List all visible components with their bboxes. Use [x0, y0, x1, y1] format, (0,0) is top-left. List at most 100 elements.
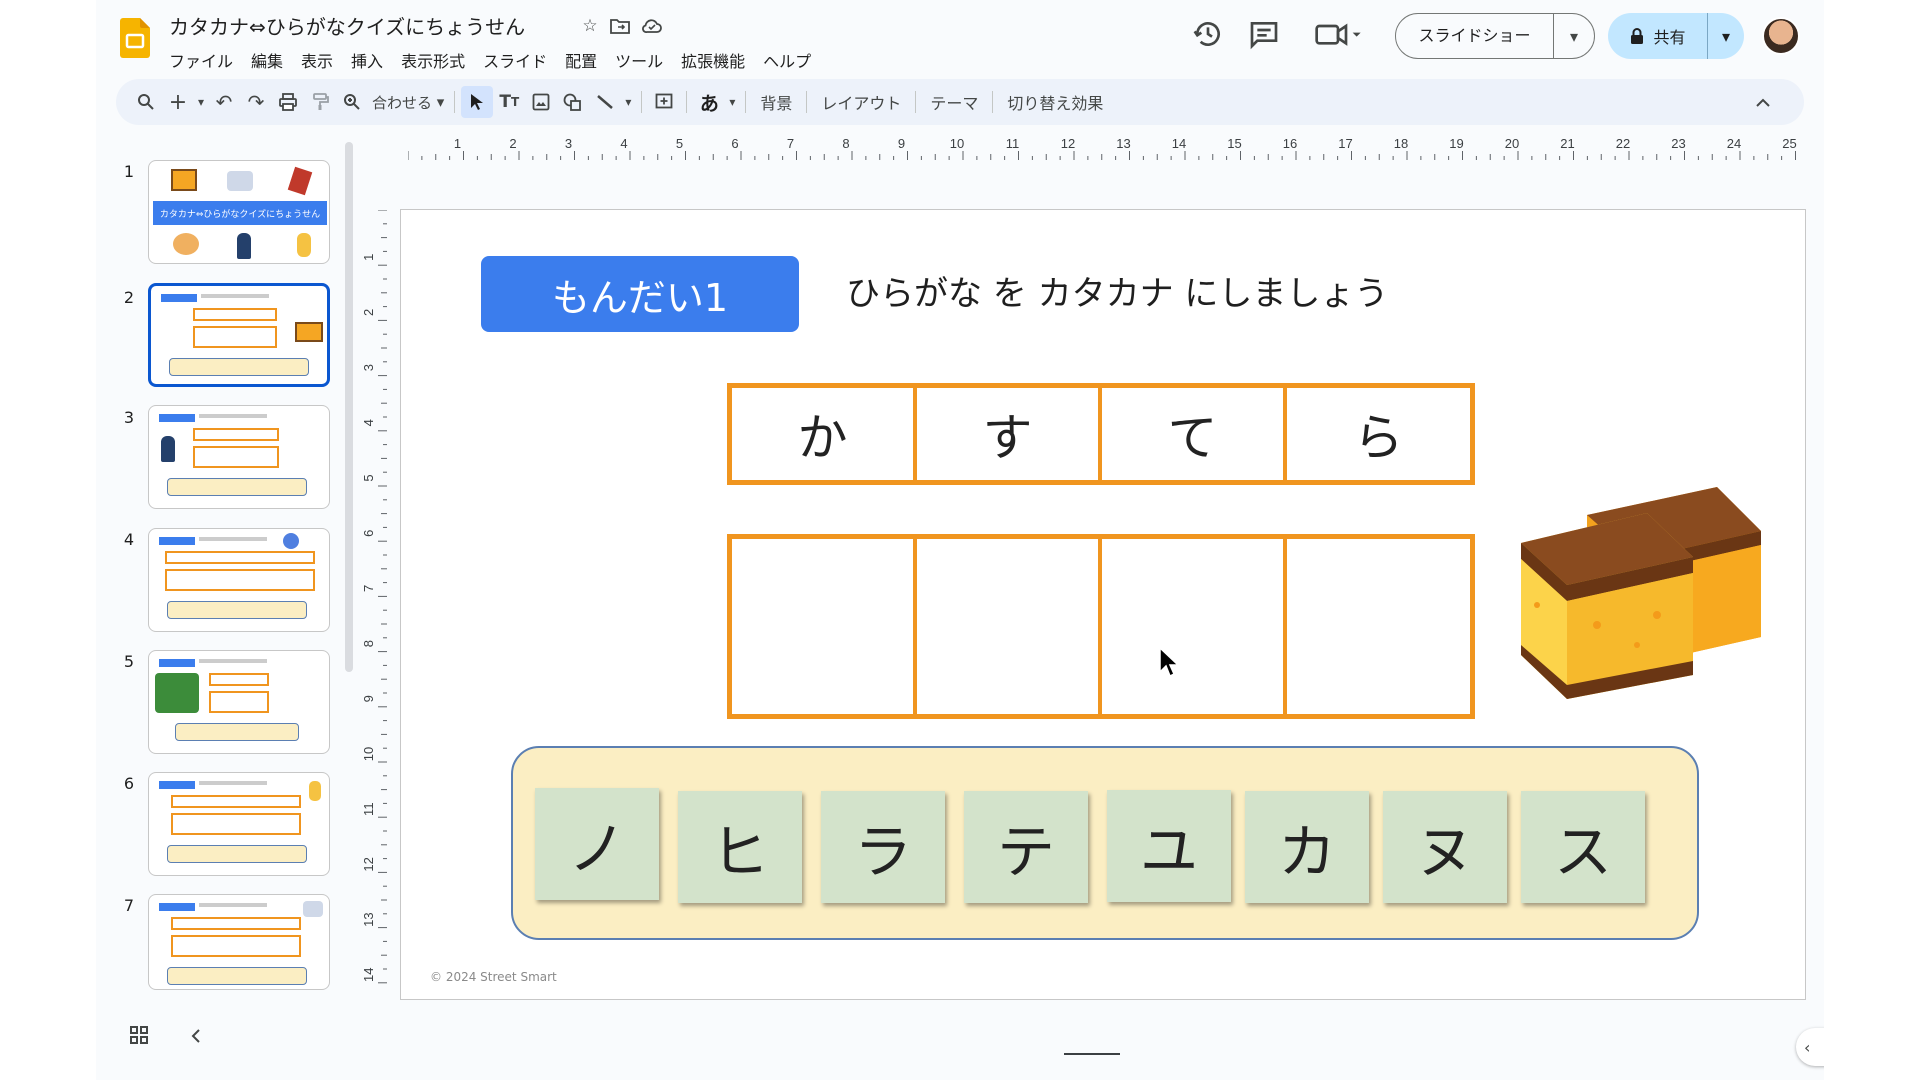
answer-cell[interactable] — [732, 539, 917, 714]
slide-thumbnail-7[interactable] — [148, 894, 330, 990]
slide-thumbnail-1[interactable]: カタカナ⇔ひらがなクイズにちょうせん — [148, 160, 330, 264]
toolbar-divider — [454, 91, 456, 113]
select-tool-icon[interactable] — [461, 86, 494, 118]
katakana-tile[interactable]: ヌ — [1383, 791, 1507, 903]
new-slide-icon[interactable]: + — [162, 86, 194, 118]
pineapple-icon — [309, 781, 321, 801]
menu-arrange[interactable]: 配置 — [556, 46, 606, 74]
book-icon — [287, 166, 313, 196]
collapse-toolbar-icon[interactable] — [1751, 91, 1775, 115]
horizontal-ruler[interactable]: 1 2 3 4 5 6 7 8 9 10 11 12 13 14 15 16 17 18 19 20 21 22 23 24 2… — [408, 136, 1814, 160]
text-box-icon[interactable]: TT — [493, 86, 525, 118]
slide-thumbnail-6[interactable] — [148, 772, 330, 876]
slideshow-dropdown-icon[interactable]: ▾ — [1554, 27, 1594, 46]
thumb-answer-row — [171, 813, 301, 835]
slide-thumbnail-3[interactable] — [148, 405, 330, 509]
katakana-tile[interactable]: ノ — [535, 788, 659, 900]
menu-extensions[interactable]: 拡張機能 — [672, 46, 754, 74]
side-panel-toggle[interactable]: ‹ — [1796, 1028, 1824, 1066]
ruler-label: 13 — [1116, 136, 1130, 151]
menu-insert[interactable]: 挿入 — [342, 46, 392, 74]
hiragana-cell[interactable]: す — [917, 388, 1102, 480]
input-tools-dropdown-icon[interactable]: ▾ — [725, 86, 739, 118]
hiragana-cell[interactable]: か — [732, 388, 917, 480]
share-main[interactable]: 共有 — [1608, 13, 1708, 59]
answer-row[interactable] — [727, 534, 1475, 719]
thumb-hiragana-row — [193, 428, 279, 441]
shape-icon[interactable] — [557, 86, 589, 118]
theme-button[interactable]: テーマ — [922, 90, 986, 114]
background-button[interactable]: 背景 — [752, 90, 800, 114]
share-dropdown-icon[interactable]: ▾ — [1708, 27, 1744, 46]
hiragana-row[interactable]: か す て ら — [727, 383, 1475, 485]
slideshow-button[interactable]: スライドショー ▾ — [1395, 13, 1595, 59]
print-icon[interactable] — [272, 86, 304, 118]
toolbar-divider — [745, 91, 747, 113]
move-folder-icon[interactable] — [608, 14, 632, 38]
toolbar-divider — [686, 91, 688, 113]
thumb-tile-bank — [169, 358, 309, 376]
copyright-text: © 2024 Street Smart — [430, 970, 557, 984]
line-icon[interactable] — [589, 86, 621, 118]
paint-format-icon[interactable] — [304, 86, 336, 118]
menu-help[interactable]: ヘルプ — [754, 46, 820, 74]
ruler-label: 13 — [363, 912, 376, 926]
zoom-icon[interactable] — [336, 86, 368, 118]
vertical-ruler[interactable]: 1234567891011121314 — [363, 210, 387, 1000]
menu-file[interactable]: ファイル — [169, 46, 242, 74]
ruler-label: 2 — [509, 136, 516, 151]
account-avatar[interactable] — [1762, 17, 1800, 55]
katakana-tile[interactable]: ユ — [1107, 790, 1231, 902]
star-icon[interactable]: ☆ — [578, 14, 602, 38]
katakana-tile[interactable]: ス — [1521, 791, 1645, 903]
layout-button[interactable]: レイアウト — [813, 90, 909, 114]
slide-thumbnail-4[interactable] — [148, 528, 330, 632]
menu-slide[interactable]: スライド — [474, 46, 556, 74]
menu-bar: ファイル 編集 表示 挿入 表示形式 スライド 配置 ツール 拡張機能 ヘルプ — [169, 46, 820, 74]
hide-filmstrip-icon[interactable] — [186, 1026, 206, 1046]
slideshow-label[interactable]: スライドショー — [1396, 14, 1554, 58]
slide-thumbnail-2[interactable] — [148, 283, 330, 387]
menu-view[interactable]: 表示 — [292, 46, 342, 74]
share-button[interactable]: 共有 ▾ — [1608, 13, 1744, 59]
ruler-label: 9 — [898, 136, 905, 151]
speaker-notes-handle[interactable] — [1064, 1053, 1120, 1055]
filmstrip-scrollbar[interactable] — [345, 142, 353, 672]
slide-thumbnail-5[interactable] — [148, 650, 330, 754]
katakana-tile[interactable]: カ — [1245, 791, 1369, 903]
menu-edit[interactable]: 編集 — [242, 46, 292, 74]
answer-cell[interactable] — [1102, 539, 1287, 714]
thumb-answer-row — [171, 935, 301, 957]
menu-tools[interactable]: ツール — [606, 46, 672, 74]
instruction-text[interactable]: ひらがな を カタカナ にしましょう — [846, 266, 1388, 315]
slides-logo-icon[interactable] — [120, 18, 150, 58]
document-title[interactable]: カタカナ⇔ひらがなクイズにちょうせん — [169, 11, 525, 40]
comments-icon[interactable] — [1248, 18, 1280, 50]
transition-button[interactable]: 切り替え効果 — [999, 90, 1111, 114]
input-tools-button[interactable]: あ — [693, 86, 725, 118]
search-menus-icon[interactable] — [130, 86, 162, 118]
line-dropdown-icon[interactable]: ▾ — [621, 86, 635, 118]
version-history-icon[interactable] — [1192, 18, 1224, 50]
answer-cell[interactable] — [917, 539, 1102, 714]
undo-icon[interactable]: ↶ — [208, 86, 240, 118]
meet-video-icon[interactable] — [1314, 18, 1362, 50]
menu-format[interactable]: 表示形式 — [392, 46, 474, 74]
katakana-tile[interactable]: ラ — [821, 791, 945, 903]
cloud-status-icon[interactable] — [640, 14, 664, 38]
zoom-select[interactable]: 合わせる ▾ — [368, 86, 448, 118]
toolbar-divider — [915, 91, 917, 113]
hiragana-cell[interactable]: て — [1102, 388, 1287, 480]
answer-cell[interactable] — [1287, 539, 1470, 714]
slide-canvas[interactable]: もんだい1 ひらがな を カタカナ にしましょう か す て ら ノ ヒ ラ テ… — [400, 209, 1806, 1000]
hiragana-cell[interactable]: ら — [1287, 388, 1470, 480]
castella-image[interactable] — [1517, 485, 1777, 705]
new-slide-dropdown-icon[interactable]: ▾ — [194, 86, 208, 118]
redo-icon[interactable]: ↷ — [240, 86, 272, 118]
katakana-tile[interactable]: ヒ — [678, 791, 802, 903]
grid-view-icon[interactable] — [128, 1024, 150, 1046]
katakana-tile[interactable]: テ — [964, 791, 1088, 903]
add-comment-icon[interactable] — [648, 86, 680, 118]
question-badge[interactable]: もんだい1 — [481, 256, 799, 332]
insert-image-icon[interactable] — [525, 86, 557, 118]
